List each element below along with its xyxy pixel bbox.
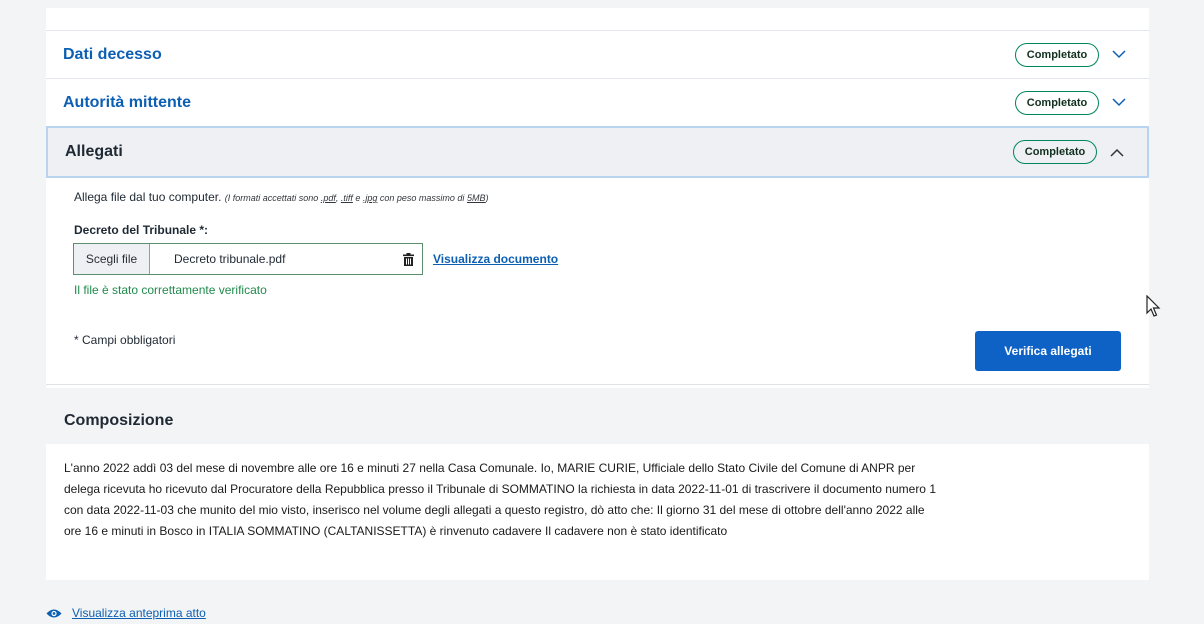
status-badge: Completato: [1013, 140, 1097, 164]
composition-title: Composizione: [64, 412, 174, 429]
file-input[interactable]: Scegli file Decreto tribunale.pdf: [73, 243, 423, 275]
preview-link-label[interactable]: Visualizza anteprima atto: [72, 606, 206, 620]
status-badge: Completato: [1015, 42, 1099, 67]
composition-box: L'anno 2022 addì 03 del mese di novembre…: [46, 444, 1149, 580]
verified-message: Il file è stato correttamente verificato: [74, 283, 267, 297]
accordion-title: Dati decesso: [63, 45, 162, 63]
field-label: Decreto del Tribunale *:: [74, 223, 209, 237]
mouse-cursor-icon: [1146, 294, 1162, 324]
verify-attachments-button[interactable]: Verifica allegati: [975, 331, 1121, 371]
accordion-autorita-mittente[interactable]: Autorità mittente Completato: [46, 78, 1149, 126]
hint-main: Allega file dal tuo computer.: [74, 190, 222, 204]
divider: [46, 384, 1149, 385]
accordion-title: Allegati: [65, 143, 123, 160]
trash-icon[interactable]: [394, 244, 422, 274]
accordion-dati-decesso[interactable]: Dati decesso Completato: [46, 30, 1149, 78]
preview-link[interactable]: Visualizza anteprima atto: [46, 606, 206, 620]
accordion-title: Autorità mittente: [63, 93, 191, 111]
chevron-down-icon[interactable]: [1109, 45, 1129, 65]
status-badge: Completato: [1015, 90, 1099, 115]
chevron-down-icon[interactable]: [1109, 93, 1129, 113]
upload-hint: Allega file dal tuo computer. (I formati…: [74, 190, 488, 204]
choose-file-button[interactable]: Scegli file: [74, 244, 150, 274]
required-note: * Campi obbligatori: [74, 333, 176, 347]
chevron-up-icon[interactable]: [1107, 142, 1127, 162]
view-document-link[interactable]: Visualizza documento: [433, 252, 558, 266]
file-name: Decreto tribunale.pdf: [174, 252, 286, 266]
hint-formats: (I formati accettati sono .pdf, .tiff e …: [224, 193, 489, 203]
accordion-allegati[interactable]: Allegati Completato: [46, 126, 1149, 178]
eye-icon: [46, 609, 62, 617]
composition-text: L'anno 2022 addì 03 del mese di novembre…: [64, 461, 936, 538]
